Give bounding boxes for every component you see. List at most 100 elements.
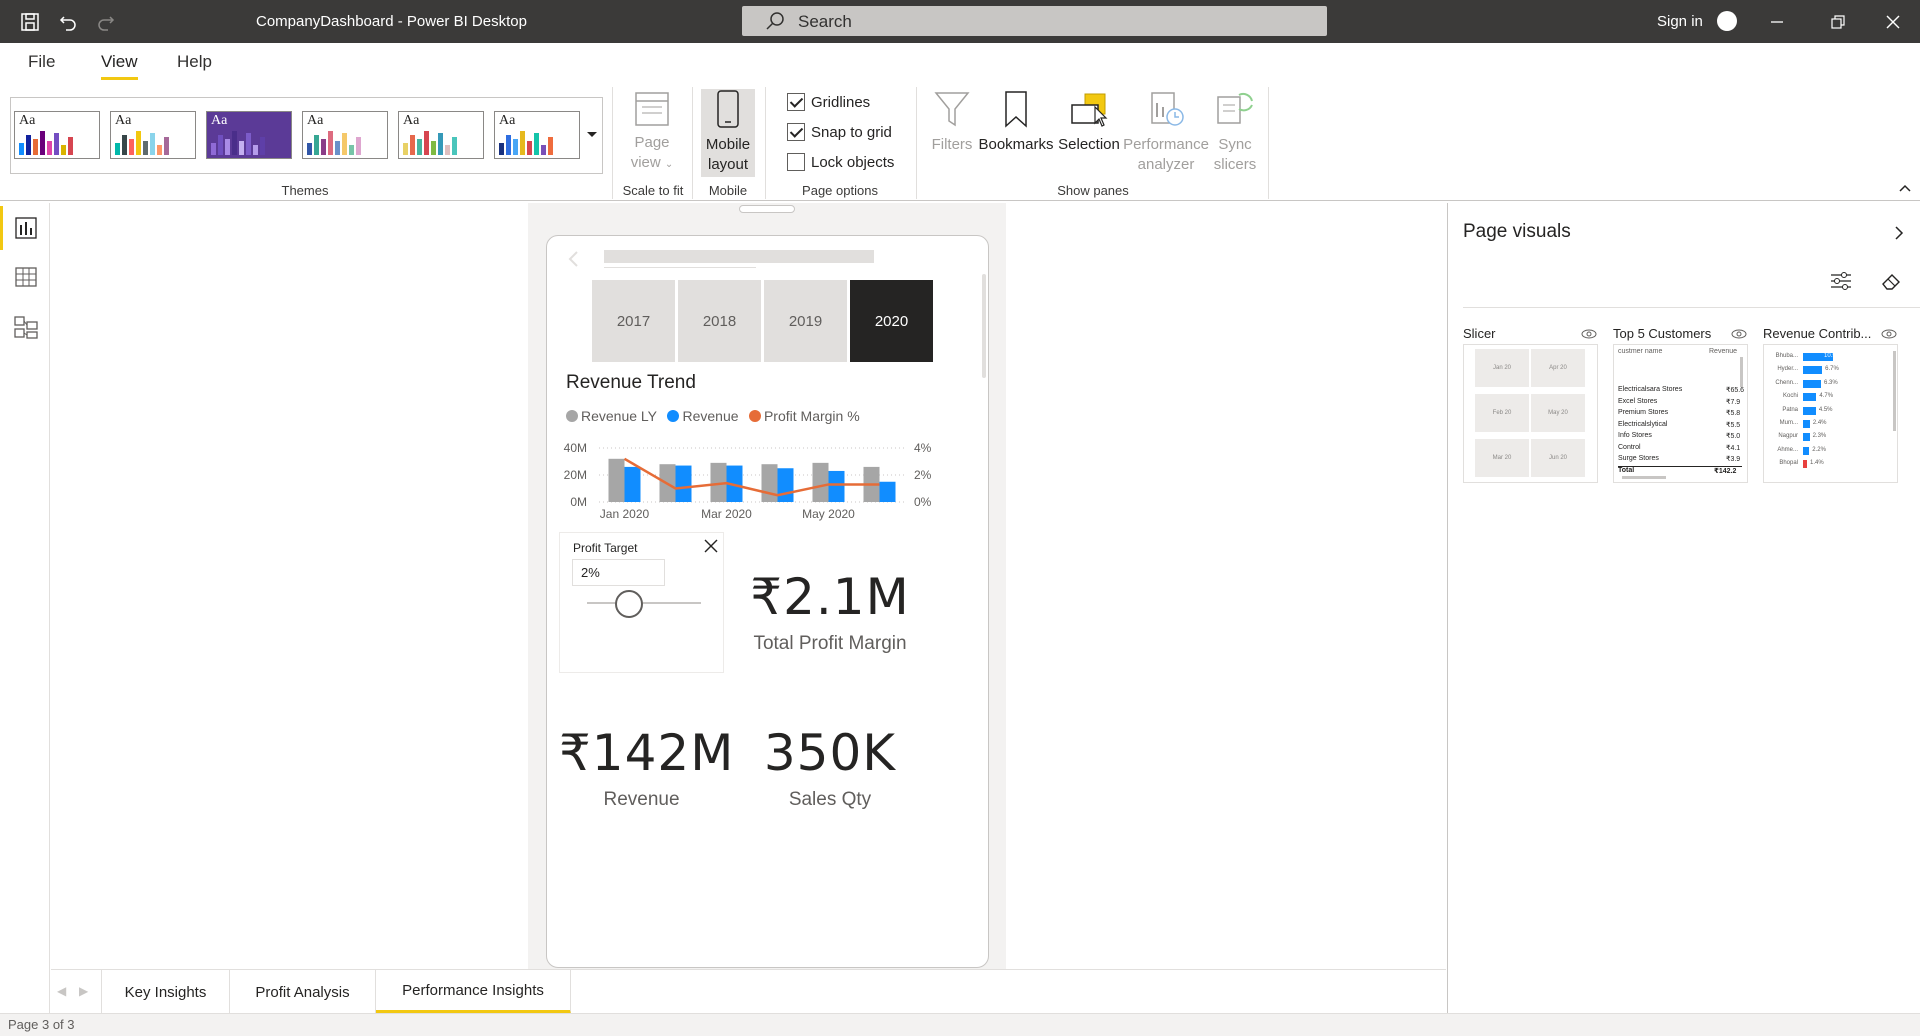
sliders-icon[interactable] bbox=[1830, 271, 1852, 296]
contrib-bar bbox=[1803, 366, 1823, 375]
tab-scroll-left-icon[interactable]: ◀ bbox=[57, 984, 66, 998]
theme-swatch[interactable]: Aa bbox=[302, 111, 388, 159]
theme-swatch-label: Aa bbox=[499, 113, 516, 128]
sign-in-link[interactable]: Sign in bbox=[1657, 13, 1703, 30]
slider-thumb[interactable] bbox=[615, 590, 644, 618]
year-tile-2018[interactable]: 2018 bbox=[678, 280, 761, 362]
minimize-icon[interactable] bbox=[1762, 8, 1792, 36]
themes-dropdown-icon[interactable] bbox=[582, 123, 602, 147]
selection-button[interactable]: Selection bbox=[1056, 89, 1122, 155]
performance-analyzer-button[interactable]: Performance analyzer bbox=[1122, 89, 1210, 175]
table-cell-name: Info Stores bbox=[1618, 432, 1652, 439]
table-cell-name: Electricalslytical bbox=[1618, 420, 1668, 428]
x-tick-label: Jan 2020 bbox=[600, 507, 650, 521]
year-tile-2017[interactable]: 2017 bbox=[592, 280, 675, 362]
checkbox-lock-box[interactable] bbox=[787, 153, 805, 171]
revenue-value: ₹142M bbox=[559, 724, 735, 782]
contrib-city-label: Mum... bbox=[1779, 420, 1798, 426]
bar-revenue bbox=[624, 466, 641, 502]
contrib-bar bbox=[1803, 460, 1807, 469]
lock-objects-checkbox[interactable]: Lock objects bbox=[787, 153, 894, 171]
visual-card-slicer[interactable]: Jan 20 Apr 20 Feb 20 May 20 Mar 20 Jun 20 bbox=[1463, 344, 1598, 483]
contrib-city-label: Bhuba... bbox=[1775, 353, 1798, 359]
x-tick-label: May 2020 bbox=[802, 507, 855, 521]
menu-view[interactable]: View bbox=[101, 52, 138, 80]
bar-revenue-ly bbox=[608, 458, 625, 502]
contrib-value-label: 2.2% bbox=[1812, 446, 1826, 453]
close-icon[interactable] bbox=[1878, 8, 1908, 36]
save-icon[interactable] bbox=[10, 0, 50, 43]
legend-profit-margin[interactable]: Profit Margin % bbox=[748, 408, 860, 424]
visual-card-top5[interactable]: custmer name Revenue Electricalsara Stor… bbox=[1613, 344, 1748, 483]
contrib-value-label: 2.3% bbox=[1812, 433, 1827, 440]
bookmarks-button[interactable]: Bookmarks bbox=[978, 89, 1054, 155]
contrib-bar bbox=[1803, 446, 1810, 455]
theme-swatch-label: Aa bbox=[307, 113, 324, 128]
legend-revenue[interactable]: Revenue bbox=[667, 408, 739, 424]
tab-performance-insights[interactable]: Performance Insights bbox=[376, 970, 571, 1014]
group-label-scale: Scale to fit bbox=[622, 183, 684, 198]
visual-title-revenue-contrib: Revenue Contrib... bbox=[1763, 326, 1872, 341]
x-tick-label: Mar 2020 bbox=[701, 507, 752, 521]
report-view-icon[interactable] bbox=[13, 215, 39, 241]
model-view-icon[interactable] bbox=[13, 314, 39, 340]
profit-target-input[interactable]: 2% bbox=[572, 559, 665, 586]
selection-label: Selection bbox=[1058, 136, 1120, 153]
bookmarks-label: Bookmarks bbox=[978, 136, 1054, 153]
table-cell-name: Control bbox=[1618, 443, 1641, 451]
bar-revenue bbox=[879, 481, 896, 502]
collapse-ribbon-icon[interactable] bbox=[1899, 179, 1911, 197]
chevron-right-icon[interactable] bbox=[1894, 225, 1904, 246]
performance-label-2: analyzer bbox=[1137, 156, 1195, 173]
clear-selection-icon[interactable] bbox=[702, 537, 720, 560]
scrollbar[interactable] bbox=[982, 274, 986, 378]
profit-target-title: Profit Target bbox=[573, 541, 638, 555]
menu-file[interactable]: File bbox=[28, 52, 55, 72]
year-tile-2019[interactable]: 2019 bbox=[764, 280, 847, 362]
sync-slicers-button[interactable]: Sync slicers bbox=[1208, 89, 1262, 175]
year-tile-2020[interactable]: 2020 bbox=[850, 280, 933, 362]
slider-track[interactable] bbox=[587, 602, 701, 604]
contrib-value-label: 2.4% bbox=[1812, 420, 1827, 426]
theme-swatch[interactable]: Aa bbox=[14, 111, 100, 159]
performance-label-1: Performance bbox=[1123, 136, 1209, 153]
eye-icon[interactable] bbox=[1581, 326, 1597, 344]
resize-handle[interactable] bbox=[739, 205, 795, 213]
theme-swatch[interactable]: Aa bbox=[398, 111, 484, 159]
checkbox-snap-box[interactable] bbox=[787, 123, 805, 141]
selection-icon bbox=[1071, 93, 1108, 127]
eraser-icon[interactable] bbox=[1880, 271, 1902, 296]
theme-swatch[interactable]: Aa bbox=[110, 111, 196, 159]
search-box[interactable]: Search bbox=[742, 6, 1327, 36]
header-placeholder-bar bbox=[604, 250, 874, 263]
legend-revenue-ly[interactable]: Revenue LY bbox=[566, 408, 657, 424]
restore-icon[interactable] bbox=[1823, 8, 1853, 36]
tab-key-insights[interactable]: Key Insights bbox=[102, 970, 230, 1014]
menu-help[interactable]: Help bbox=[177, 52, 212, 72]
snap-to-grid-checkbox[interactable]: Snap to grid bbox=[787, 123, 892, 141]
table-cell-value: ₹5.0 bbox=[1726, 433, 1741, 440]
tab-profit-analysis[interactable]: Profit Analysis bbox=[230, 970, 376, 1014]
checkbox-gridlines-box[interactable] bbox=[787, 93, 805, 111]
ribbon: Aa Aa Aa Aa Aa Aa Themes Page view ⌄ Scale to… bbox=[0, 83, 1920, 201]
page-view-label-1: Page bbox=[634, 134, 670, 151]
user-avatar[interactable] bbox=[1717, 11, 1737, 31]
page-view-button[interactable]: Page view ⌄ bbox=[622, 89, 682, 175]
tab-scroll-right-icon[interactable]: ▶ bbox=[79, 984, 88, 998]
mobile-layout-button[interactable]: Mobile layout bbox=[701, 89, 755, 177]
group-label-show-panes: Show panes bbox=[1057, 183, 1129, 198]
eye-icon[interactable] bbox=[1731, 326, 1747, 344]
contrib-bar bbox=[1803, 406, 1816, 415]
theme-swatch[interactable]: Aa bbox=[494, 111, 580, 159]
theme-swatch[interactable]: Aa bbox=[206, 111, 292, 159]
redo-icon[interactable] bbox=[86, 0, 126, 43]
theme-swatch-label: Aa bbox=[115, 113, 132, 128]
data-view-icon[interactable] bbox=[13, 264, 39, 290]
contrib-city-label: Ahme... bbox=[1777, 446, 1798, 453]
gridlines-checkbox[interactable]: Gridlines bbox=[787, 93, 870, 111]
undo-icon[interactable] bbox=[48, 0, 88, 43]
eye-icon[interactable] bbox=[1881, 326, 1897, 344]
filters-button[interactable]: Filters bbox=[928, 89, 976, 155]
visual-card-revenue-contrib[interactable]: Bhuba... 10.5% Hyder... 6.7% Chenn... 6.3% Koc… bbox=[1763, 344, 1898, 483]
table-cell-value: ₹7.9 bbox=[1726, 398, 1741, 406]
